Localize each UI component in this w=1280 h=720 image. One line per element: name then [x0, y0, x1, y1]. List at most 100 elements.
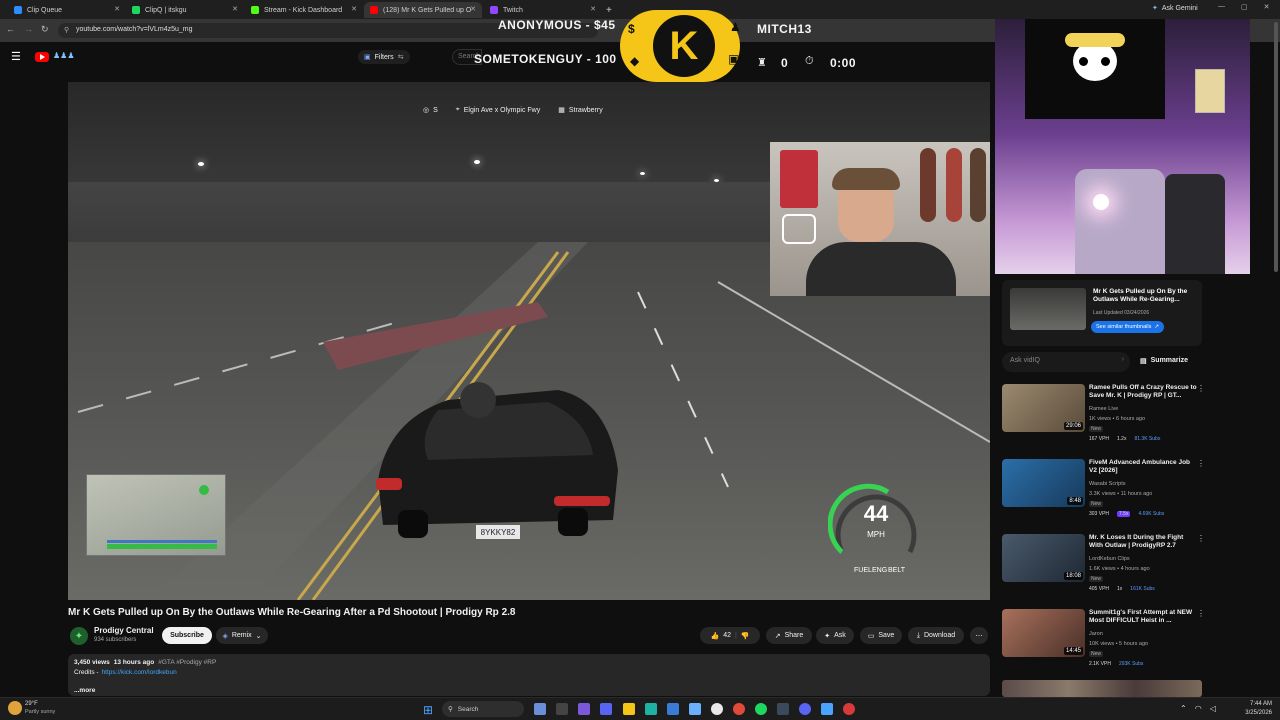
clip-queue-favicon-icon: [14, 6, 22, 14]
extension-icons: ♟♟♟: [53, 51, 75, 60]
player-car: 8YKKY82: [376, 382, 618, 539]
app-icon[interactable]: [843, 703, 855, 715]
new-badge: New: [1089, 426, 1104, 432]
volume-icon[interactable]: ◁: [1210, 704, 1216, 713]
wifi-icon[interactable]: ◠: [1195, 704, 1202, 713]
dollar-icon: $: [628, 22, 635, 36]
filters-label: Filters: [374, 53, 394, 61]
description-box[interactable]: 3,450 views 13 hours ago #GTA #Prodigy #…: [68, 654, 990, 696]
more-options-icon[interactable]: ⋮: [1197, 534, 1205, 543]
clock-date[interactable]: 3/25/2026: [1232, 710, 1272, 716]
remix-button[interactable]: ◈ Remix ⌄: [216, 627, 268, 644]
like-icon[interactable]: 👍: [710, 632, 719, 640]
send-icon[interactable]: ›: [1122, 356, 1124, 363]
back-icon[interactable]: ←: [6, 24, 15, 34]
share-icon: ↗: [774, 632, 781, 640]
more-actions-button[interactable]: ⋯: [970, 627, 988, 644]
weather-icon[interactable]: [8, 701, 22, 715]
save-button[interactable]: ▭ Save: [860, 627, 902, 644]
recommendation-item[interactable]: 29:06 Ramee Pulls Off a Crazy Rescue to …: [1002, 384, 1205, 452]
recommendation-item[interactable]: 14:45 Summit1g's First Attempt at NEW Mo…: [1002, 609, 1205, 677]
recommendation-channel[interactable]: LordKebun Clips: [1089, 556, 1130, 562]
forward-icon[interactable]: →: [24, 24, 33, 34]
recommendation-channel[interactable]: Jaron: [1089, 631, 1103, 637]
obs-icon[interactable]: [711, 703, 723, 715]
video-player[interactable]: ◎ S ⌖ Elgin Ave x Olympic Fwy ▦ Strawberry …: [68, 82, 990, 600]
close-tab-icon[interactable]: ✕: [232, 5, 238, 13]
recommendation-title[interactable]: Mr. K Loses It During the Fight With Out…: [1089, 534, 1197, 550]
youtube-logo-icon[interactable]: [35, 52, 49, 62]
map-icon: ▦: [558, 107, 565, 114]
chevron-up-icon[interactable]: ⌃: [1180, 704, 1187, 713]
logo-letter: K: [669, 23, 699, 68]
copilot-icon[interactable]: [534, 703, 546, 715]
tab-clip-queue[interactable]: Clip Queue ✕: [8, 2, 126, 18]
site-info-icon[interactable]: ⚲: [64, 26, 69, 34]
close-tab-icon[interactable]: ✕: [114, 5, 120, 13]
clock-time[interactable]: 7:44 AM: [1232, 701, 1272, 707]
hashtags[interactable]: #GTA #Prodigy #RP: [158, 659, 216, 666]
filters-button[interactable]: ▣ Filters ⇆: [358, 50, 410, 64]
more-options-icon[interactable]: ⋮: [1197, 384, 1205, 393]
spotify-icon[interactable]: [755, 703, 767, 715]
store-icon[interactable]: [667, 703, 679, 715]
similar-thumbnails-button[interactable]: See similar thumbnails ↗: [1091, 321, 1164, 333]
credits-link[interactable]: https://kick.com/lordkebun: [102, 669, 177, 676]
terminal-icon[interactable]: [777, 703, 789, 715]
taskbar-search[interactable]: ⚲ Search: [442, 701, 524, 717]
recommendation-item[interactable]: 18:08 Mr. K Loses It During the Fight Wi…: [1002, 534, 1205, 602]
teams-icon[interactable]: [600, 703, 612, 715]
close-window-icon[interactable]: ✕: [1264, 3, 1270, 11]
more-options-icon[interactable]: ⋮: [1197, 609, 1205, 618]
recommendation-item[interactable]: 8:48 FiveM Advanced Ambulance Job V2 [20…: [1002, 459, 1205, 527]
close-tab-icon[interactable]: ✕: [351, 5, 357, 13]
video-thumbnail[interactable]: 8:48: [1002, 459, 1085, 507]
recommendation-title[interactable]: Summit1g's First Attempt at NEW Most DIF…: [1089, 609, 1197, 625]
streamer-room-webcam: [995, 19, 1250, 274]
subscribe-button[interactable]: Subscribe: [162, 627, 212, 644]
subs-stat: 81.3K Subs: [1134, 436, 1161, 442]
ask-vidiq-input[interactable]: Ask vidIQ ›: [1002, 352, 1130, 372]
edge-icon[interactable]: [645, 703, 657, 715]
vidiq-last-updated: Last Updated 03/24/2026: [1093, 310, 1150, 316]
recommendation-title[interactable]: Ramee Pulls Off a Crazy Rescue to Save M…: [1089, 384, 1197, 400]
video-thumbnail[interactable]: 18:08: [1002, 534, 1085, 582]
share-button[interactable]: ↗ Share: [766, 627, 812, 644]
tab-kick-dashboard[interactable]: Stream - Kick Dashboard ✕: [245, 2, 363, 18]
recommendation-channel[interactable]: Wasabi Scripts: [1089, 481, 1125, 487]
page-scrollbar[interactable]: [1274, 22, 1278, 272]
ask-button[interactable]: ✦ Ask: [816, 627, 854, 644]
tab-clipq[interactable]: ClipQ | itskgu ✕: [126, 2, 244, 18]
channel-row: ✦ Prodigy Central 934 subscribers Subscr…: [68, 624, 990, 648]
windows-start-icon[interactable]: ⊞: [423, 703, 433, 717]
download-button[interactable]: ⤓ Download: [908, 627, 964, 644]
maximize-icon[interactable]: ▢: [1241, 3, 1248, 11]
streamer-shirt: [806, 242, 956, 296]
channel-name[interactable]: Prodigy Central: [94, 626, 154, 635]
reload-icon[interactable]: ↻: [41, 24, 49, 35]
tab-youtube-video[interactable]: (128) Mr K Gets Pulled up On B ✕: [364, 2, 482, 18]
dislike-icon[interactable]: 👎: [741, 632, 750, 640]
more-options-icon[interactable]: ⋮: [1197, 459, 1205, 468]
mail-icon[interactable]: [689, 703, 701, 715]
recommendation-title[interactable]: FiveM Advanced Ambulance Job V2 [2026]: [1089, 459, 1197, 475]
menu-icon[interactable]: ☰: [11, 50, 21, 63]
vidiq-thumbnail[interactable]: [1010, 288, 1086, 330]
recommendation-channel[interactable]: Ramee Live: [1089, 406, 1118, 412]
video-thumbnail[interactable]: 29:06: [1002, 384, 1085, 432]
task-view-icon[interactable]: [556, 703, 568, 715]
video-thumbnail[interactable]: 14:45: [1002, 609, 1085, 657]
subscribe-label: Subscribe: [170, 632, 204, 639]
chrome-icon[interactable]: [733, 703, 745, 715]
minimize-icon[interactable]: —: [1218, 3, 1225, 11]
summarize-button[interactable]: ▤ Summarize: [1140, 357, 1188, 365]
channel-avatar[interactable]: ✦: [70, 627, 88, 645]
file-explorer-icon[interactable]: [623, 703, 635, 715]
copilot-app-icon[interactable]: [578, 703, 590, 715]
recommendation-partial-thumbnail[interactable]: [1002, 680, 1202, 697]
notepad-icon[interactable]: [821, 703, 833, 715]
ask-gemini-button[interactable]: ✦ Ask Gemini: [1152, 4, 1198, 13]
system-tray[interactable]: ⌃ ◠ ◁: [1180, 704, 1216, 713]
discord-icon[interactable]: [799, 703, 811, 715]
show-more-link[interactable]: ...more: [74, 687, 95, 694]
